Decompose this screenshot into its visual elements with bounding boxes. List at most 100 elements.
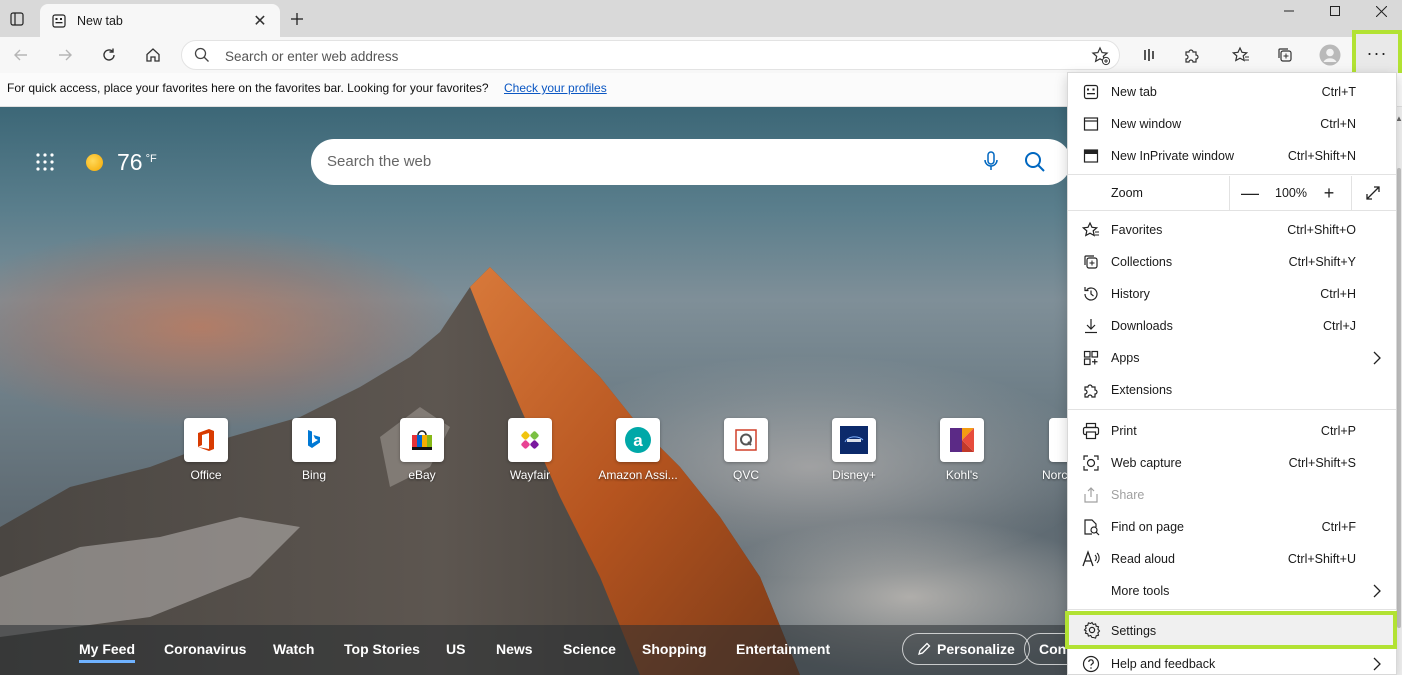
home-icon [146,48,160,62]
apps-grid-icon[interactable] [36,153,54,171]
feed-tab-us[interactable]: US [446,641,465,657]
menu-item-share[interactable]: Share [1068,479,1396,511]
forward-button[interactable] [50,40,80,70]
extensions-button[interactable] [1177,40,1207,70]
menu-item-favorites[interactable]: Favorites Ctrl+Shift+O [1068,214,1396,246]
check-profiles-link[interactable]: Check your profiles [504,81,607,95]
menu-item-label: Print [1111,424,1137,438]
menu-item-label: Web capture [1111,456,1182,470]
feed-tab-watch[interactable]: Watch [273,641,314,657]
quick-link-amazon-assistant[interactable]: a Amazon Assi... [583,418,693,482]
web-search-box[interactable]: Search the web [311,139,1071,185]
menu-item-apps[interactable]: Apps [1068,342,1396,374]
menu-zoom-row: Zoom — 100% + [1068,176,1396,210]
menu-item-web-capture[interactable]: Web capture Ctrl+Shift+S [1068,447,1396,479]
collections-button[interactable] [1270,40,1300,70]
maximize-icon [1330,6,1340,16]
menu-item-label: More tools [1111,584,1170,598]
zoom-out-button[interactable]: — [1239,182,1261,204]
favorites-bar-message: For quick access, place your favorites h… [7,81,489,95]
menu-separator [1068,210,1396,211]
menu-item-print[interactable]: Print Ctrl+P [1068,415,1396,447]
menu-item-shortcut: Ctrl+F [1321,520,1356,534]
zoom-label: Zoom [1111,186,1143,200]
menu-item-downloads[interactable]: Downloads Ctrl+J [1068,310,1396,342]
feed-tab-top-stories[interactable]: Top Stories [344,641,420,657]
tab-close-icon[interactable]: ✕ [250,11,270,31]
menu-item-label: New window [1111,117,1182,131]
puzzle-icon [1185,49,1199,63]
profile-button[interactable] [1315,40,1345,70]
forward-arrow-icon [59,49,72,61]
menu-item-new-inprivate-window[interactable]: New InPrivate window Ctrl+Shift+N [1068,140,1396,172]
menu-item-read-aloud[interactable]: Read aloud Ctrl+Shift+U [1068,543,1396,575]
minimize-button[interactable] [1266,0,1312,22]
full-screen-button[interactable] [1362,182,1384,204]
new-window-icon [1082,115,1100,133]
home-button[interactable] [138,40,168,70]
close-icon [1375,5,1387,17]
menu-item-help-and-feedback[interactable]: Help and feedback [1068,648,1396,675]
menu-item-shortcut: Ctrl+T [1321,85,1356,99]
scrollbar-thumb[interactable] [1397,168,1401,628]
microphone-icon[interactable] [983,150,999,172]
zoom-divider [1229,176,1230,210]
feed-tab-shopping[interactable]: Shopping [642,641,707,657]
feed-tab-news[interactable]: News [496,641,533,657]
add-favorite-icon[interactable] [1091,46,1111,66]
quick-link-bing[interactable]: Bing [259,418,369,482]
settings-and-more-button[interactable]: ··· [1352,30,1402,77]
refresh-button[interactable] [94,40,124,70]
menu-item-label: Apps [1111,351,1140,365]
menu-item-extensions[interactable]: Extensions [1068,374,1396,406]
menu-item-more-tools[interactable]: More tools [1068,575,1396,607]
feed-tab-science[interactable]: Science [563,641,616,657]
chevron-right-icon [1373,657,1381,671]
back-button[interactable] [6,40,36,70]
quick-link-ebay[interactable]: eBay [367,418,477,482]
quick-link-wayfair[interactable]: Wayfair [475,418,585,482]
weather-widget[interactable]: 76 °F [86,149,157,176]
new-tab-icon [1082,83,1100,101]
quick-link-qvc[interactable]: QVC [691,418,801,482]
feed-tab-my-feed[interactable]: My Feed [79,641,136,663]
quick-link-label: Amazon Assi... [598,468,678,482]
feed-tab-coronavirus[interactable]: Coronavirus [164,641,246,657]
feed-tab-entertainment[interactable]: Entertainment [736,641,830,657]
quick-link-office[interactable]: Office [151,418,261,482]
tab-actions-icon [10,12,24,26]
new-tab-button[interactable] [286,8,308,30]
menu-item-label: New InPrivate window [1111,149,1234,163]
quick-link-nordstrom[interactable]: Norc [1015,418,1070,482]
menu-item-new-tab[interactable]: New tab Ctrl+T [1068,76,1396,108]
menu-item-collections[interactable]: Collections Ctrl+Shift+Y [1068,246,1396,278]
quick-link-label: Disney+ [832,468,876,482]
menu-item-new-window[interactable]: New window Ctrl+N [1068,108,1396,140]
quick-link-disney-plus[interactable]: Disney+ [799,418,909,482]
menu-item-label: Collections [1111,255,1173,269]
menu-item-settings[interactable]: Settings [1065,611,1397,649]
avatar-icon [1319,44,1341,66]
search-icon[interactable] [1024,151,1046,173]
quick-link-kohls[interactable]: Kohl's [907,418,1017,482]
tab-actions-menu-button[interactable] [6,8,28,30]
close-window-button[interactable] [1358,0,1402,22]
browser-essentials-button[interactable] [1134,40,1164,70]
zoom-in-button[interactable]: + [1318,182,1340,204]
bing-logo-icon [308,430,320,448]
favorites-button[interactable] [1226,40,1256,70]
menu-item-find-on-page[interactable]: Find on page Ctrl+F [1068,511,1396,543]
menu-item-history[interactable]: History Ctrl+H [1068,278,1396,310]
weather-unit: °F [145,152,157,165]
menu-separator [1068,409,1396,410]
maximize-button[interactable] [1312,0,1358,22]
personalize-button[interactable]: Personalize [902,633,1030,665]
tab-new-tab[interactable]: New tab ✕ [40,4,280,37]
inprivate-window-icon [1082,147,1100,165]
address-bar[interactable]: Search or enter web address [181,40,1120,70]
menu-item-shortcut: Ctrl+Shift+S [1288,456,1356,470]
menu-item-shortcut: Ctrl+P [1320,424,1356,438]
quick-link-label: Bing [301,468,327,482]
mountain-background-image [0,267,800,675]
history-icon [1082,285,1100,303]
